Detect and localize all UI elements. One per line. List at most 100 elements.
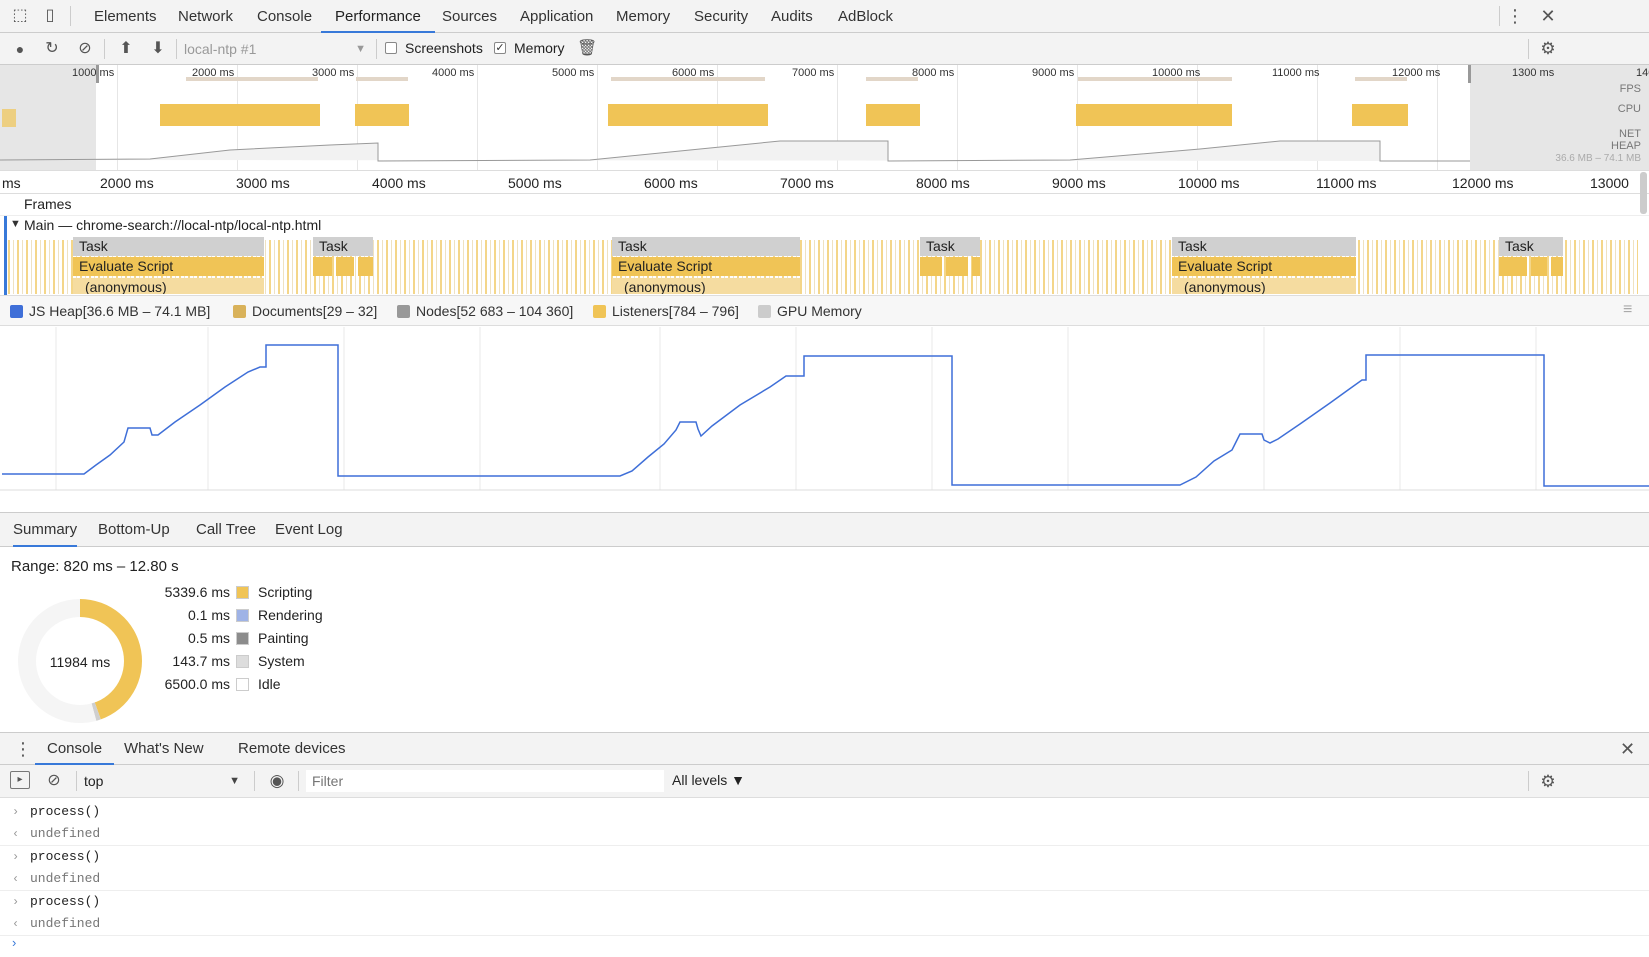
live-expression-eye-icon[interactable]: ◉: [267, 765, 287, 797]
legend-js-heap-label: JS Heap[36.6 MB – 74.1 MB]: [29, 303, 211, 319]
drawer-menu-icon[interactable]: ⋮: [14, 733, 32, 765]
tab-audits[interactable]: Audits: [769, 0, 815, 33]
tab-sources[interactable]: Sources: [440, 0, 499, 33]
memory-checkbox[interactable]: ✓: [494, 42, 506, 54]
clear-icon[interactable]: ⊘: [75, 33, 95, 65]
timeline-scrollbar[interactable]: [1640, 172, 1647, 214]
ruler-tick-label: 13000: [1590, 175, 1629, 191]
settings-gear-icon[interactable]: ⚙: [1538, 33, 1558, 65]
legend-listeners[interactable]: Listeners[784 – 796]: [593, 303, 739, 319]
collect-garbage-icon[interactable]: 🗑: [577, 33, 597, 65]
flame-task[interactable]: Task: [313, 237, 373, 256]
record-icon[interactable]: ●: [10, 33, 30, 65]
summary-value-painting: 0.5 ms: [187, 630, 230, 646]
listeners-checkbox[interactable]: [593, 305, 606, 318]
flame-anonymous[interactable]: (anonymous): [1172, 278, 1356, 294]
console-result-line[interactable]: ‹ undefined: [0, 913, 1649, 935]
flame-evaluate-script[interactable]: [946, 257, 968, 276]
more-menu-icon[interactable]: ⋮: [1505, 0, 1525, 33]
flame-evaluate-script[interactable]: Evaluate Script: [612, 257, 800, 276]
tab-whats-new[interactable]: What's New: [124, 733, 204, 765]
flame-task[interactable]: Task: [1172, 237, 1356, 256]
flame-evaluate-script[interactable]: Evaluate Script: [73, 257, 264, 276]
flame-task[interactable]: Task: [612, 237, 800, 256]
flame-evaluate-script[interactable]: [1499, 257, 1527, 276]
tab-application[interactable]: Application: [518, 0, 595, 33]
device-toolbar-icon[interactable]: ▯: [40, 0, 60, 32]
frames-track[interactable]: Frames: [0, 194, 1649, 216]
inspect-element-icon[interactable]: ⬚: [10, 0, 30, 32]
tab-network[interactable]: Network: [176, 0, 235, 33]
js-heap-checkbox[interactable]: [10, 305, 23, 318]
ruler-tick-label: 12000 ms: [1452, 175, 1514, 191]
ruler-tick-label: 6000 ms: [644, 175, 698, 191]
profile-select[interactable]: local-ntp #1 ▼: [184, 39, 370, 59]
tab-summary[interactable]: Summary: [13, 513, 78, 547]
console-settings-gear-icon[interactable]: ⚙: [1538, 765, 1558, 798]
close-drawer-icon[interactable]: ✕: [1620, 733, 1635, 765]
gpu-memory-checkbox[interactable]: [758, 305, 771, 318]
reload-record-icon[interactable]: ↻: [42, 33, 62, 65]
memory-counter-graph[interactable]: [0, 327, 1649, 492]
save-profile-icon[interactable]: ⬇: [148, 33, 168, 65]
expand-triangle-icon[interactable]: ▼: [10, 218, 21, 230]
close-devtools-icon[interactable]: ✕: [1538, 0, 1558, 33]
sidebar-toggle-icon[interactable]: ▸: [10, 771, 30, 789]
overview-right-handle[interactable]: [1468, 65, 1471, 83]
clear-console-icon[interactable]: ⊘: [44, 765, 64, 797]
tab-performance[interactable]: Performance: [321, 0, 435, 33]
ruler-tick-label: 4000 ms: [372, 175, 426, 191]
tab-adblock[interactable]: AdBlock: [836, 0, 895, 33]
documents-checkbox[interactable]: [233, 305, 246, 318]
flame-task[interactable]: Task: [920, 237, 980, 256]
prompt-chevron-icon: ›: [12, 935, 17, 950]
overview-left-handle[interactable]: [96, 65, 99, 83]
flame-evaluate-script[interactable]: [1551, 257, 1563, 276]
flame-task[interactable]: Task: [1499, 237, 1563, 256]
drag-handle-icon[interactable]: ≡: [1623, 301, 1632, 319]
console-input-line[interactable]: › process(): [0, 846, 1649, 868]
console-result-line[interactable]: ‹ undefined: [0, 868, 1649, 890]
tab-bottom-up[interactable]: Bottom-Up: [98, 513, 170, 547]
console-input-line[interactable]: › process(): [0, 891, 1649, 913]
ruler-tick-label: 7000 ms: [780, 175, 834, 191]
context-select[interactable]: top ▼: [84, 771, 244, 791]
legend-gpu[interactable]: GPU Memory: [758, 303, 862, 319]
flame-task[interactable]: Task: [73, 237, 264, 256]
tab-security[interactable]: Security: [692, 0, 750, 33]
flame-evaluate-script[interactable]: Evaluate Script: [1172, 257, 1356, 276]
legend-js-heap[interactable]: JS Heap[36.6 MB – 74.1 MB]: [10, 303, 210, 319]
legend-nodes[interactable]: Nodes[52 683 – 104 360]: [397, 303, 573, 319]
console-input-line[interactable]: › process(): [0, 801, 1649, 823]
network-bar: [866, 77, 918, 81]
screenshots-checkbox[interactable]: [385, 42, 397, 54]
summary-swatch-scripting: [236, 586, 249, 599]
legend-documents[interactable]: Documents[29 – 32]: [233, 303, 377, 319]
tab-remote-devices[interactable]: Remote devices: [238, 733, 346, 765]
tab-drawer-console[interactable]: Console: [35, 733, 115, 765]
tab-call-tree[interactable]: Call Tree: [196, 513, 256, 547]
flame-evaluate-script[interactable]: [358, 257, 373, 276]
tab-console[interactable]: Console: [255, 0, 314, 33]
flame-anonymous[interactable]: (anonymous): [73, 278, 264, 294]
flame-anonymous[interactable]: (anonymous): [612, 278, 800, 294]
console-line-text: process(): [30, 804, 101, 819]
console-prompt[interactable]: ›: [0, 933, 1649, 955]
flame-evaluate-script[interactable]: [313, 257, 332, 276]
console-filter-input[interactable]: [306, 770, 664, 792]
flame-evaluate-script[interactable]: [336, 257, 354, 276]
cpu-label: CPU: [1617, 103, 1641, 115]
flame-evaluate-script[interactable]: [920, 257, 942, 276]
load-profile-icon[interactable]: ⬆: [116, 33, 136, 65]
console-result-line[interactable]: ‹ undefined: [0, 823, 1649, 845]
flame-evaluate-script[interactable]: [1531, 257, 1547, 276]
nodes-checkbox[interactable]: [397, 305, 410, 318]
tab-event-log[interactable]: Event Log: [275, 513, 343, 547]
timeline-overview[interactable]: 1000 ms 2000 ms 3000 ms 4000 ms 5000 ms 6000 …: [0, 65, 1649, 171]
tab-elements[interactable]: Elements: [92, 0, 159, 33]
flame-evaluate-script[interactable]: [972, 257, 980, 276]
overview-tick-label: 9000 ms: [1032, 67, 1075, 79]
log-levels-select[interactable]: All levels ▼: [672, 772, 745, 788]
toolbar-divider: [70, 6, 71, 26]
tab-memory[interactable]: Memory: [614, 0, 672, 33]
